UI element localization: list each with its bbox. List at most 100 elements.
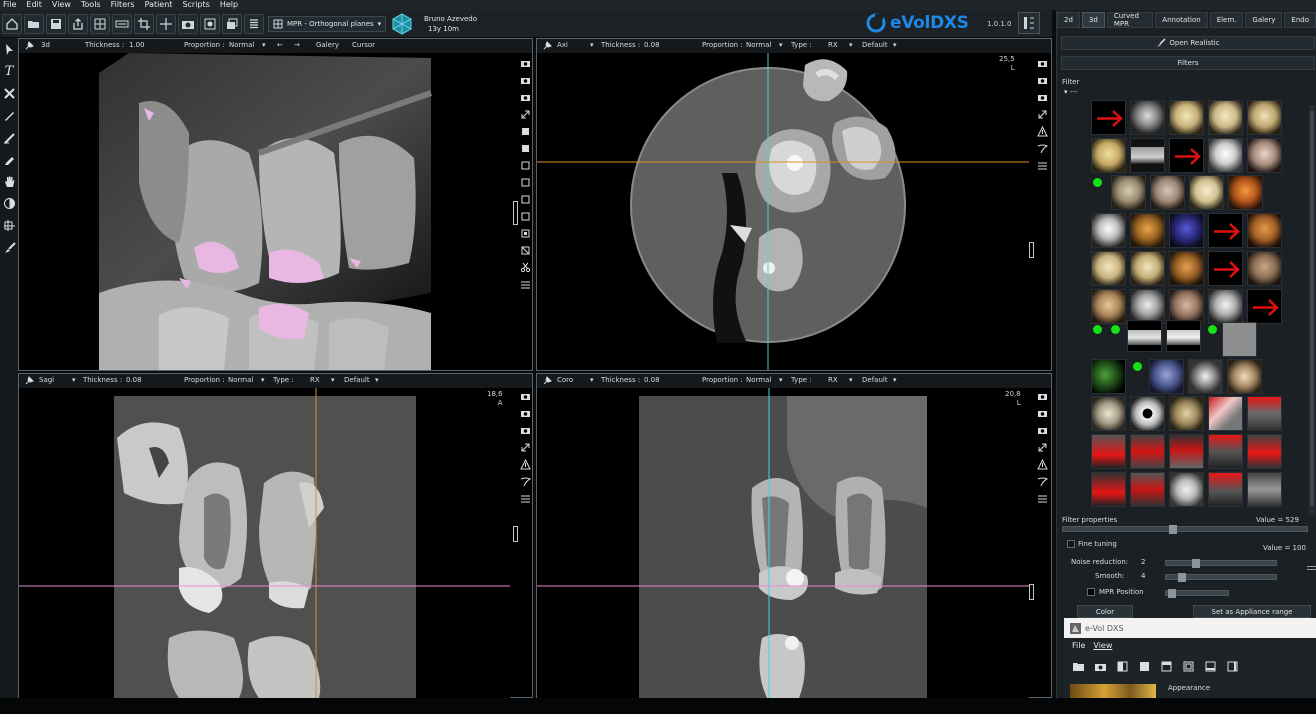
capture-button[interactable] bbox=[178, 13, 198, 34]
pointer-tool[interactable] bbox=[2, 41, 16, 57]
filter-button[interactable] bbox=[519, 227, 531, 240]
menu-view[interactable]: View bbox=[52, 0, 71, 10]
open-button[interactable] bbox=[24, 13, 44, 34]
list-button[interactable] bbox=[244, 13, 264, 34]
filter-thumbnail[interactable] bbox=[1166, 320, 1201, 352]
filter-arrow-tile[interactable] bbox=[1247, 289, 1282, 324]
delete-tool[interactable] bbox=[2, 85, 16, 101]
filter-thumbnail[interactable] bbox=[1091, 434, 1126, 469]
maximize-button[interactable] bbox=[1036, 108, 1048, 121]
filter-thumbnail[interactable] bbox=[1247, 213, 1282, 248]
menu-tools[interactable]: Tools bbox=[81, 0, 101, 10]
save-button[interactable] bbox=[46, 13, 66, 34]
view-splitter-handle[interactable] bbox=[1029, 584, 1034, 600]
snapshot-button[interactable] bbox=[519, 407, 531, 420]
filter-thumbnail[interactable] bbox=[1247, 396, 1282, 431]
type-value[interactable]: RX bbox=[828, 376, 838, 384]
thickness-value[interactable]: 0.08 bbox=[644, 41, 660, 49]
filter-arrow-tile[interactable] bbox=[1208, 213, 1243, 248]
view-splitter-handle[interactable] bbox=[1029, 242, 1034, 258]
preset-value[interactable]: Default bbox=[862, 376, 888, 384]
orient-right-button[interactable] bbox=[519, 176, 531, 189]
tab-2d[interactable]: 2d bbox=[1057, 12, 1080, 28]
contrast-tool[interactable] bbox=[2, 195, 16, 211]
settings-button[interactable] bbox=[519, 278, 531, 291]
curve-button[interactable] bbox=[519, 475, 531, 488]
next-arrow[interactable]: → bbox=[294, 41, 300, 49]
panel-resize-handle[interactable] bbox=[1307, 566, 1316, 570]
type-value[interactable]: RX bbox=[828, 41, 838, 49]
maximize-button[interactable] bbox=[1036, 441, 1048, 454]
filter-arrow-tile[interactable] bbox=[1208, 251, 1243, 286]
brush-tool[interactable] bbox=[2, 239, 16, 255]
filter-thumbnail[interactable] bbox=[1247, 251, 1282, 286]
mode-select[interactable]: MPR - Orthogonal planes ▾ bbox=[268, 15, 387, 32]
filter-thumbnail[interactable] bbox=[1227, 359, 1262, 394]
filter-thumbnail[interactable] bbox=[1091, 213, 1126, 248]
slider-knob[interactable] bbox=[1168, 589, 1176, 598]
filter-thumbnail[interactable] bbox=[1188, 359, 1223, 394]
orient-bottom-button[interactable] bbox=[519, 210, 531, 223]
type-value[interactable]: RX bbox=[310, 376, 320, 384]
measure-tool[interactable] bbox=[2, 107, 16, 123]
filter-thumbnail[interactable] bbox=[1208, 396, 1243, 431]
snapshot-button[interactable] bbox=[1036, 74, 1048, 87]
subwindow-view-right[interactable] bbox=[1180, 658, 1196, 674]
set-appliance-range-button[interactable]: Set as Appliance range bbox=[1193, 605, 1311, 618]
filter-thumbnail[interactable] bbox=[1169, 289, 1204, 324]
view-name[interactable]: Sagi bbox=[39, 376, 54, 384]
panoramic-button[interactable] bbox=[112, 13, 132, 34]
pin-icon[interactable] bbox=[542, 376, 552, 386]
filter-collapse[interactable]: ▾ --- bbox=[1064, 88, 1077, 96]
filter-thumbnail[interactable] bbox=[1150, 175, 1185, 210]
filter-thumbnail[interactable] bbox=[1130, 251, 1165, 286]
orient-back-button[interactable] bbox=[519, 142, 531, 155]
slider-knob[interactable] bbox=[1192, 559, 1200, 568]
filter-button[interactable] bbox=[200, 13, 220, 34]
color-button[interactable]: Color bbox=[1077, 605, 1133, 618]
open-realistic-button[interactable]: Open Realistic bbox=[1061, 36, 1315, 50]
chevron-down-icon[interactable]: ▾ bbox=[779, 376, 783, 384]
view-coronal[interactable]: Coro ▾ Thickness : 0.08 Proportion : Nor… bbox=[536, 373, 1052, 698]
measure-angle-button[interactable] bbox=[1036, 125, 1048, 138]
snapshot-button[interactable] bbox=[1036, 57, 1048, 70]
snapshot-button[interactable] bbox=[519, 390, 531, 403]
settings-button[interactable] bbox=[1036, 492, 1048, 505]
thickness-value[interactable]: 0.08 bbox=[644, 376, 660, 384]
snapshot-button[interactable] bbox=[519, 57, 531, 70]
mpr-position-checkbox[interactable] bbox=[1087, 588, 1095, 596]
view-sagittal[interactable]: Sagi ▾ Thickness : 0.08 Proportion : Nor… bbox=[18, 373, 533, 698]
panel-toggle-button[interactable] bbox=[1018, 12, 1040, 34]
filter-thumbnail[interactable] bbox=[1091, 289, 1126, 324]
proportion-value[interactable]: Normal bbox=[746, 376, 771, 384]
mpr-tool[interactable] bbox=[2, 217, 16, 233]
thickness-value[interactable]: 0.08 bbox=[126, 376, 142, 384]
proportion-value[interactable]: Normal bbox=[229, 41, 254, 49]
chevron-down-icon[interactable]: ▾ bbox=[893, 41, 897, 49]
view-name[interactable]: 3d bbox=[41, 41, 50, 49]
tab-galery[interactable]: Galery bbox=[1245, 12, 1283, 28]
menu-edit[interactable]: Edit bbox=[26, 0, 42, 10]
filter-thumbnail[interactable] bbox=[1091, 138, 1126, 173]
filter-thumbnail[interactable] bbox=[1130, 138, 1165, 173]
curve-button[interactable] bbox=[1036, 475, 1048, 488]
snapshot-button[interactable] bbox=[1036, 91, 1048, 104]
orient-front-button[interactable] bbox=[519, 125, 531, 138]
prev-arrow[interactable]: ← bbox=[277, 41, 283, 49]
fine-tuning-checkbox[interactable] bbox=[1067, 540, 1075, 548]
filter-thumbnail[interactable] bbox=[1091, 472, 1126, 507]
filter-thumbnail[interactable] bbox=[1130, 434, 1165, 469]
view-3d[interactable]: 3d Thickness : 1.00 Proportion : Normal … bbox=[18, 38, 533, 371]
subwindow-titlebar[interactable]: e-Vol DXS bbox=[1064, 618, 1316, 638]
subwindow-view-top[interactable] bbox=[1202, 658, 1218, 674]
filter-thumbnail[interactable] bbox=[1228, 175, 1263, 210]
snapshot-button[interactable] bbox=[519, 424, 531, 437]
subwindow-capture-button[interactable] bbox=[1092, 658, 1108, 674]
filter-thumbnail[interactable] bbox=[1208, 289, 1243, 324]
pin-icon[interactable] bbox=[24, 41, 34, 51]
menu-filters[interactable]: Filters bbox=[111, 0, 135, 10]
preset-value[interactable]: Default bbox=[862, 41, 888, 49]
filter-thumbnail[interactable] bbox=[1222, 322, 1257, 357]
snapshot-button[interactable] bbox=[1036, 407, 1048, 420]
chevron-down-icon[interactable]: ▾ bbox=[72, 376, 76, 384]
